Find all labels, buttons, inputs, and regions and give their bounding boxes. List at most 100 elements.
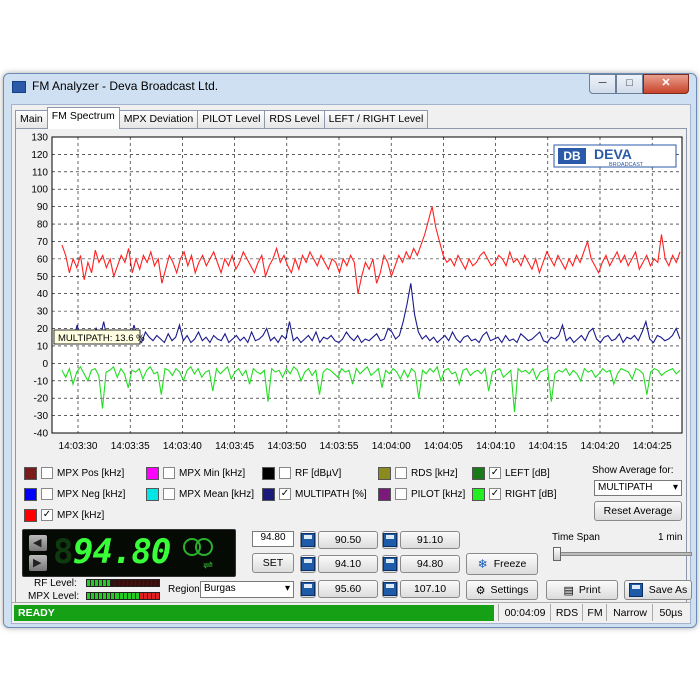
legend-checkbox[interactable] xyxy=(163,467,175,479)
y-tick-label: 90 xyxy=(37,202,49,213)
spectrum-panel: 130 120 110 100 90 80 70 60 50 40 30 20 10 0 -10 -20 -30… xyxy=(15,128,692,621)
legend-item[interactable]: MPX Pos [kHz] xyxy=(24,466,124,480)
legend-checkbox[interactable] xyxy=(395,488,407,500)
legend-label: MPX Neg [kHz] xyxy=(57,488,126,500)
legend-item[interactable]: PILOT [kHz] xyxy=(378,487,465,501)
y-tick-label: 80 xyxy=(37,220,49,231)
y-tick-label: 20 xyxy=(37,324,49,335)
settings-button[interactable]: ⚙ Settings xyxy=(466,580,538,600)
tab-pilot-level[interactable]: PILOT Level xyxy=(197,110,266,129)
reset-average-button[interactable]: Reset Average xyxy=(594,501,682,521)
save-icon xyxy=(301,582,315,596)
freeze-button[interactable]: ❄ Freeze xyxy=(466,553,538,575)
y-tick-label: 60 xyxy=(37,254,49,265)
title-bar[interactable]: FM Analyzer - Deva Broadcast Ltd. ─ □ ✕ xyxy=(4,74,696,98)
legend-checkbox[interactable]: ✓ xyxy=(279,488,291,500)
preset-frequency-button[interactable]: 94.10 xyxy=(318,555,378,573)
tab-mpx-deviation[interactable]: MPX Deviation xyxy=(118,110,199,129)
y-tick-label: 100 xyxy=(31,185,48,196)
meter-segment xyxy=(147,580,151,586)
time-span-thumb[interactable] xyxy=(553,547,561,561)
legend-checkbox[interactable] xyxy=(279,467,291,479)
freq-up-button[interactable]: ◀ xyxy=(29,535,47,551)
legend-item[interactable]: ✓ RIGHT [dB] xyxy=(472,487,557,501)
preset-save-button[interactable] xyxy=(300,531,316,549)
region-select-value: Burgas xyxy=(204,583,236,594)
x-tick-label: 14:04:05 xyxy=(424,441,463,452)
save-icon xyxy=(383,557,397,571)
legend-item[interactable]: RF [dBµV] xyxy=(262,466,341,480)
y-tick-label: -40 xyxy=(34,429,49,440)
gear-icon: ⚙ xyxy=(475,584,486,597)
legend-item[interactable]: ✓ MPX [kHz] xyxy=(24,508,104,522)
meter-segment xyxy=(156,593,160,599)
region-select[interactable]: Burgas ▾ xyxy=(200,581,294,598)
legend-item[interactable]: RDS [kHz] xyxy=(378,466,458,480)
legend-color-swatch[interactable] xyxy=(378,487,391,501)
legend-item[interactable]: MPX Mean [kHz] xyxy=(146,487,254,501)
tab-rds-level[interactable]: RDS Level xyxy=(264,110,325,129)
legend-color-swatch[interactable] xyxy=(24,487,37,501)
preset-save-button[interactable] xyxy=(300,555,316,573)
tab-left-right-level[interactable]: LEFT / RIGHT Level xyxy=(323,110,429,129)
meter-segment xyxy=(135,593,139,599)
preset-frequency-button[interactable]: 94.80 xyxy=(400,555,460,573)
rf-level-label: RF Level: xyxy=(34,578,77,589)
preset-frequency-button[interactable]: 95.60 xyxy=(318,580,378,598)
meter-segment xyxy=(143,580,147,586)
save-as-button[interactable]: Save As xyxy=(624,580,692,600)
legend-checkbox[interactable]: ✓ xyxy=(489,467,501,479)
legend-item[interactable]: MPX Neg [kHz] xyxy=(24,487,125,501)
tab-main[interactable]: Main xyxy=(15,110,48,129)
meter-segment xyxy=(103,580,107,586)
preset-save-button[interactable] xyxy=(382,580,398,598)
freq-down-button[interactable]: ▶ xyxy=(29,555,47,571)
meter-segment xyxy=(99,593,103,599)
legend-checkbox[interactable]: ✓ xyxy=(489,488,501,500)
minimize-button[interactable]: ─ xyxy=(589,74,616,94)
printer-icon: ▤ xyxy=(563,584,574,597)
legend-color-swatch[interactable] xyxy=(262,487,275,501)
legend-item[interactable]: ✓ LEFT [dB] xyxy=(472,466,550,480)
legend-color-swatch[interactable] xyxy=(262,466,275,480)
average-select[interactable]: MULTIPATH ▾ xyxy=(594,480,682,496)
meter-segment xyxy=(111,593,115,599)
legend-color-swatch[interactable] xyxy=(472,487,485,501)
preset-frequency-button[interactable]: 107.10 xyxy=(400,580,460,598)
preset-frequency-button[interactable]: 90.50 xyxy=(318,531,378,549)
legend-label: RF [dBµV] xyxy=(295,467,342,479)
set-button[interactable]: SET xyxy=(252,553,294,573)
legend-color-swatch[interactable] xyxy=(146,487,159,501)
close-button[interactable]: ✕ xyxy=(643,74,689,94)
meter-segment xyxy=(156,580,160,586)
legend-checkbox[interactable] xyxy=(41,467,53,479)
legend-color-swatch[interactable] xyxy=(146,466,159,480)
preset-frequency-button[interactable]: 91.10 xyxy=(400,531,460,549)
legend-checkbox[interactable] xyxy=(163,488,175,500)
x-tick-label: 14:03:40 xyxy=(163,441,202,452)
legend-color-swatch[interactable] xyxy=(378,466,391,480)
tab-fm-spectrum[interactable]: FM Spectrum xyxy=(46,107,120,129)
legend-color-swatch[interactable] xyxy=(24,466,37,480)
legend-checkbox[interactable] xyxy=(395,467,407,479)
legend-item[interactable]: MPX Min [kHz] xyxy=(146,466,245,480)
y-tick-label: 10 xyxy=(37,341,49,352)
legend-color-swatch[interactable] xyxy=(472,466,485,480)
stereo-icon-right xyxy=(195,538,213,556)
frequency-input[interactable]: 94.80 xyxy=(252,531,294,547)
rf-level-meter xyxy=(86,579,160,587)
preset-save-button[interactable] xyxy=(382,531,398,549)
time-span-slider[interactable] xyxy=(554,552,692,556)
meter-segment xyxy=(115,593,119,599)
legend-item[interactable]: ✓ MULTIPATH [%] xyxy=(262,487,367,501)
maximize-button[interactable]: □ xyxy=(616,74,643,94)
preset-save-button[interactable] xyxy=(382,555,398,573)
status-fm: FM xyxy=(582,604,607,621)
legend-color-swatch[interactable] xyxy=(24,508,37,522)
print-button[interactable]: ▤ Print xyxy=(546,580,618,600)
legend-checkbox[interactable] xyxy=(41,488,53,500)
preset-save-button[interactable] xyxy=(300,580,316,598)
legend-checkbox[interactable]: ✓ xyxy=(41,509,53,521)
x-tick-label: 14:04:10 xyxy=(476,441,515,452)
meter-segment xyxy=(115,580,119,586)
